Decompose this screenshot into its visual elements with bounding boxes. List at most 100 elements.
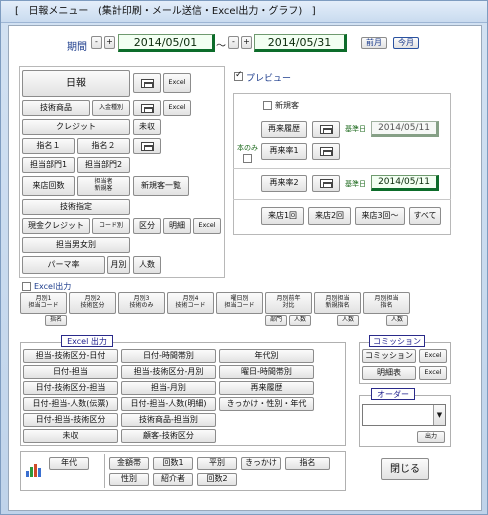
excel-tanto-gijutsu-tsukibetsu[interactable]: 担当-技術区分-月別 bbox=[121, 365, 216, 379]
sairai-rireki-button[interactable]: 再来履歴 bbox=[261, 121, 307, 138]
kon-nomi-checkbox[interactable] bbox=[243, 154, 252, 163]
youbi-tanto-code-button[interactable]: 曜日別 担当コード bbox=[216, 292, 263, 314]
excel-mishu[interactable]: 未収 bbox=[23, 429, 118, 443]
to-minus-button[interactable]: - bbox=[228, 36, 239, 49]
mishu-button[interactable]: 未収 bbox=[133, 119, 161, 135]
raiten1-button[interactable]: 来店1回 bbox=[261, 207, 304, 225]
meisai-excel-button[interactable]: Excel bbox=[193, 218, 221, 234]
graph-kingakutai-button[interactable]: 金額帯 bbox=[109, 457, 149, 470]
tsukibetsu4-gijutsu-code-button[interactable]: 月別4 技術コード bbox=[167, 292, 214, 314]
kijunbi2-field[interactable]: 2014/05/11 bbox=[371, 175, 439, 191]
excel-hizuke-gijutsu-tanto[interactable]: 日付-技術区分-担当 bbox=[23, 381, 118, 395]
chevron-down-icon[interactable]: ▼ bbox=[433, 405, 445, 425]
tanto-bumon1-button[interactable]: 担当部門1 bbox=[22, 157, 75, 173]
preview-checkbox[interactable] bbox=[234, 70, 243, 81]
ninzu-button[interactable]: 人数 bbox=[133, 256, 161, 274]
subete-button[interactable]: すべて bbox=[409, 207, 441, 225]
ninzu-sub-button-3[interactable]: 人数 bbox=[386, 315, 408, 326]
meisai-button[interactable]: 明細 bbox=[163, 218, 191, 234]
excel-kokyaku-gijutsu[interactable]: 顧客-技術区分 bbox=[121, 429, 216, 443]
excel-hizuke-tanto-ninzu-denpyo[interactable]: 日付-担当-人数(伝票) bbox=[23, 397, 118, 411]
sairai2-button[interactable]: 再来率2 bbox=[261, 175, 307, 192]
nippo-excel-button[interactable]: Excel bbox=[163, 73, 191, 93]
credit-button[interactable]: クレジット bbox=[22, 119, 130, 135]
tanto-danjo-button[interactable]: 担当男女別 bbox=[22, 237, 130, 253]
tsukibetsu-zennen-taihi-button[interactable]: 月別前年 対比 bbox=[265, 292, 312, 314]
code-betsu-button[interactable]: コード別 bbox=[92, 218, 130, 234]
close-button[interactable]: 閉じる bbox=[381, 458, 429, 480]
ninzu-sub-button[interactable]: 人数 bbox=[289, 315, 311, 326]
period-to-field[interactable]: 2014/05/31 bbox=[254, 34, 347, 52]
shimei-sub-button[interactable]: 指名 bbox=[45, 315, 67, 326]
sairai-rireki-print-button[interactable] bbox=[312, 121, 340, 138]
excel-kikkake-seibetsu-nendai[interactable]: きっかけ・性別・年代 bbox=[219, 397, 314, 411]
shinki-checkbox[interactable] bbox=[263, 101, 272, 110]
nyukin-shubetsu-button[interactable]: 入金種別 bbox=[92, 100, 130, 116]
graph-kaisu1-button[interactable]: 回数1 bbox=[153, 457, 193, 470]
commission-excel-button[interactable]: Excel bbox=[419, 349, 447, 363]
raiten2-button[interactable]: 来店2回 bbox=[308, 207, 351, 225]
shinki-ichiran-button[interactable]: 新規客一覧 bbox=[133, 176, 189, 196]
period-from-field[interactable]: 2014/05/01 bbox=[118, 34, 215, 52]
graph-shokaisha-button[interactable]: 紹介者 bbox=[153, 473, 193, 486]
order-output-button[interactable]: 出力 bbox=[417, 431, 445, 443]
excel-hizuke-tanto[interactable]: 日付-担当 bbox=[23, 365, 118, 379]
gijutsu-excel-button[interactable]: Excel bbox=[163, 100, 191, 116]
tsukibetsu-tanto-shimei-button[interactable]: 月別担当 指名 bbox=[363, 292, 410, 314]
meisai-hyo-button[interactable]: 明細表 bbox=[362, 366, 416, 380]
excel-hizuke-tanto-ninzu-meisai[interactable]: 日付-担当-人数(明細) bbox=[121, 397, 216, 411]
graph-shimei-button[interactable]: 指名 bbox=[285, 457, 330, 470]
excel-gijutsu-shohin-tanto[interactable]: 技術商品-担当別 bbox=[121, 413, 216, 427]
shimei-print-button[interactable] bbox=[133, 138, 161, 154]
tsukibetsu-tanto-shinki-shimei-button[interactable]: 月別担当 新規指名 bbox=[314, 292, 361, 314]
excel-tanto-tsukibetsu[interactable]: 担当-月別 bbox=[121, 381, 216, 395]
sairai1-button[interactable]: 再来率1 bbox=[261, 143, 307, 160]
tsukibetsu1-tanto-code-button[interactable]: 月別1 担当コード bbox=[20, 292, 67, 314]
this-month-button[interactable]: 今月 bbox=[393, 37, 419, 49]
from-plus-button[interactable]: + bbox=[104, 36, 115, 49]
nippo-button[interactable]: 日報 bbox=[22, 70, 130, 97]
sairai1-print-button[interactable] bbox=[312, 143, 340, 160]
graph-heibetsu-button[interactable]: 平別 bbox=[197, 457, 237, 470]
order-group-title: オーダー bbox=[371, 388, 415, 400]
excel-hizuke-tanto-gijutsu[interactable]: 日付-担当-技術区分 bbox=[23, 413, 118, 427]
graph-seibetsu-button[interactable]: 性別 bbox=[109, 473, 149, 486]
excel-sairai-rireki[interactable]: 再来履歴 bbox=[219, 381, 314, 395]
gijutsu-shohin-button[interactable]: 技術商品 bbox=[22, 100, 90, 116]
kijunbi-label-1: 基準日 bbox=[345, 125, 366, 133]
commission-button[interactable]: コミッション bbox=[362, 349, 416, 363]
meisai-hyo-excel-button[interactable]: Excel bbox=[419, 366, 447, 380]
graph-kikkake-button[interactable]: きっかけ bbox=[241, 457, 281, 470]
order-select[interactable]: ▼ bbox=[362, 404, 446, 426]
gijutsu-shitei-button[interactable]: 技術指定 bbox=[22, 199, 130, 215]
to-plus-button[interactable]: + bbox=[241, 36, 252, 49]
tanto-shinki-button[interactable]: 担当者 新規客 bbox=[77, 176, 130, 196]
kubun-button[interactable]: 区分 bbox=[133, 218, 161, 234]
graph-kaisu2-button[interactable]: 回数2 bbox=[197, 473, 237, 486]
kijunbi1-field[interactable]: 2014/05/11 bbox=[371, 121, 439, 137]
excel-nendai[interactable]: 年代別 bbox=[219, 349, 314, 363]
bumon-sub-button[interactable]: 部門 bbox=[265, 315, 287, 326]
excel-tanto-gijutsu-hizuke[interactable]: 担当-技術区分-日付 bbox=[23, 349, 118, 363]
raiten3-button[interactable]: 来店3回～ bbox=[355, 207, 405, 225]
ninzu-sub-button-2[interactable]: 人数 bbox=[337, 315, 359, 326]
gijutsu-print-button[interactable] bbox=[133, 100, 161, 116]
tsukibetsu3-gijutsu-nomi-button[interactable]: 月別3 技術のみ bbox=[118, 292, 165, 314]
prev-month-button[interactable]: 前月 bbox=[361, 37, 387, 49]
excel-youbi-jikantai[interactable]: 曜日-時間帯別 bbox=[219, 365, 314, 379]
nippo-print-button[interactable] bbox=[133, 73, 161, 93]
excel-hizuke-jikantai[interactable]: 日付-時間帯別 bbox=[121, 349, 216, 363]
tsukibetsu2-gijutsu-kubun-button[interactable]: 月別2 技術区分 bbox=[69, 292, 116, 314]
perma-ritsu-button[interactable]: パーマ率 bbox=[22, 256, 105, 274]
genkin-credit-button[interactable]: 現金クレジット bbox=[22, 218, 90, 234]
graph-nendai-button[interactable]: 年代 bbox=[49, 457, 89, 470]
raiten-kaisu-button[interactable]: 来店回数 bbox=[22, 176, 75, 196]
sairai2-print-button[interactable] bbox=[312, 175, 340, 192]
period-separator: ～ bbox=[216, 41, 226, 52]
from-minus-button[interactable]: - bbox=[91, 36, 102, 49]
shimei1-button[interactable]: 指名１ bbox=[22, 138, 75, 154]
excel-out-checkbox[interactable] bbox=[22, 282, 31, 291]
tanto-bumon2-button[interactable]: 担当部門2 bbox=[77, 157, 130, 173]
shimei2-button[interactable]: 指名２ bbox=[77, 138, 130, 154]
tsukibetsu-button[interactable]: 月別 bbox=[107, 256, 130, 274]
